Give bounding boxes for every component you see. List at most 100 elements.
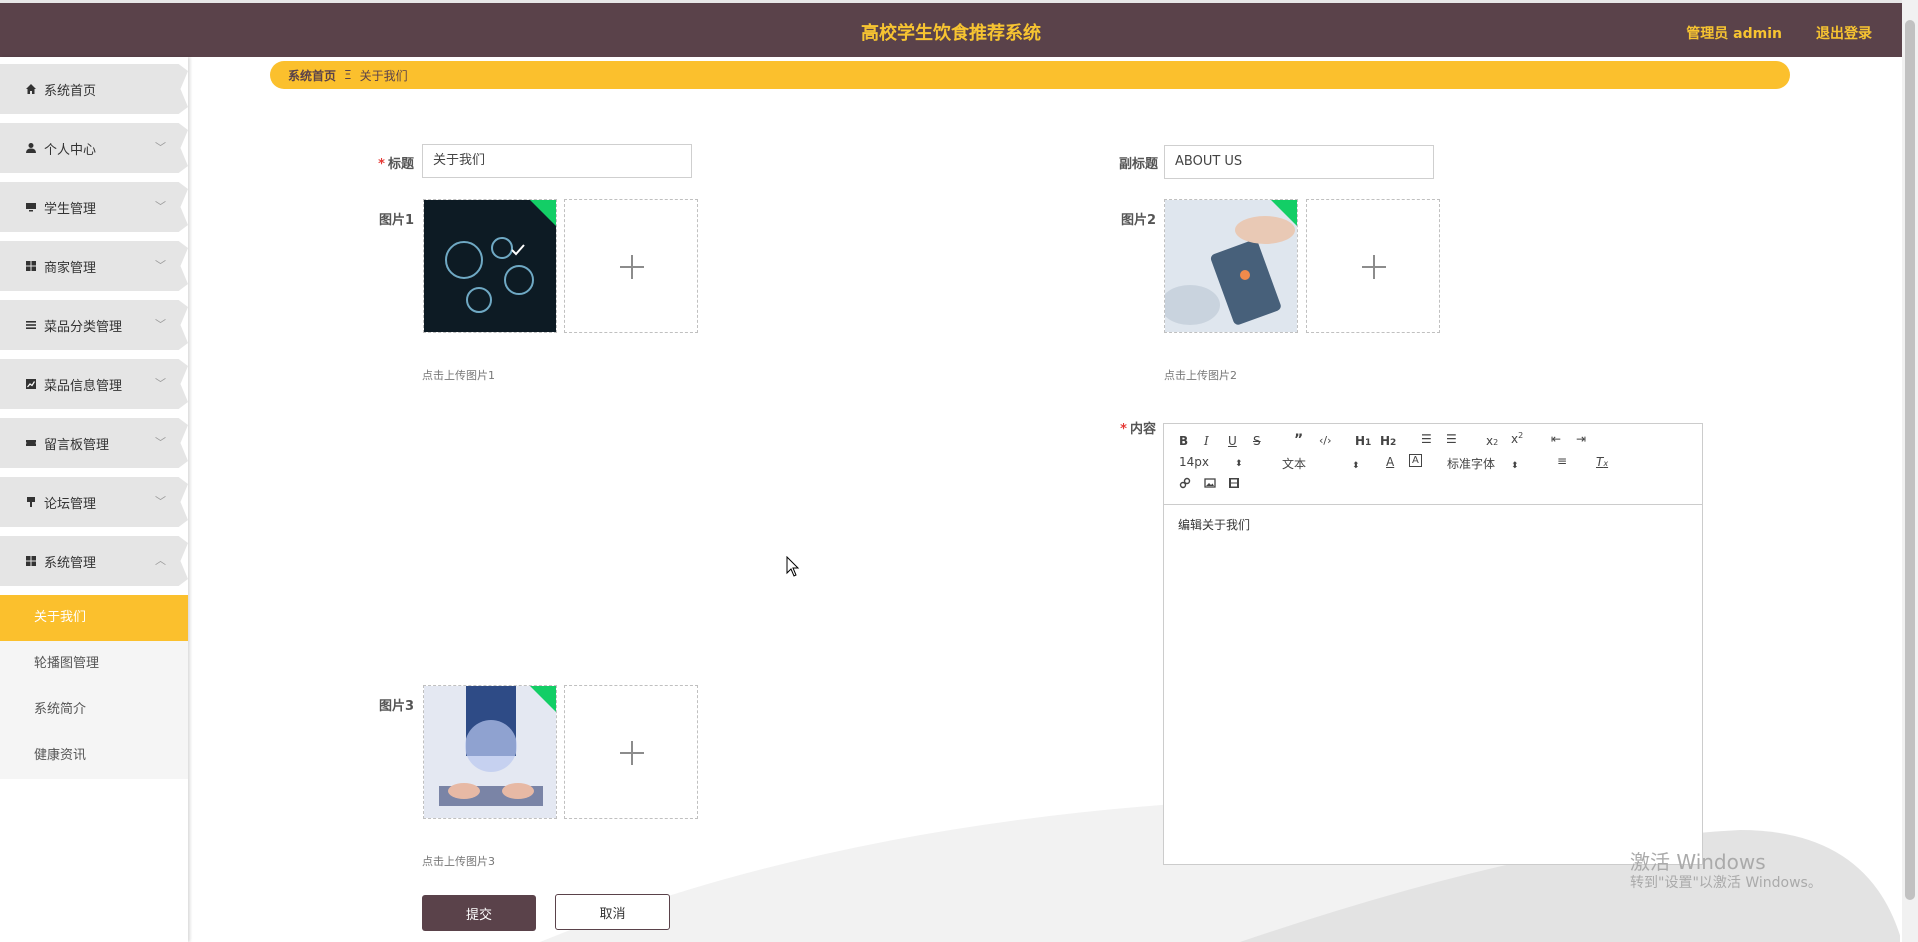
chevron-down-icon: ﹀	[155, 259, 166, 272]
sidebar-item-label: 系统管理	[44, 555, 97, 571]
rich-text-editor: B I U S ” ‹/› H1 H2 ☰ ☰ x2 x2 ⇤ ⇥ 14px ⬍ …	[1163, 423, 1703, 865]
sidebar-item-home[interactable]: 系统首页	[0, 64, 188, 114]
image1-thumbnail[interactable]	[423, 199, 557, 333]
text-color-icon[interactable]: A	[1386, 455, 1394, 469]
image1-hint: 点击上传图片1	[422, 369, 495, 382]
submenu-item-carousel[interactable]: 轮播图管理	[0, 641, 188, 687]
sidebar-item-dish-categories[interactable]: 菜品分类管理 ﹀	[0, 300, 188, 350]
admin-label: 管理员 admin	[1686, 26, 1782, 42]
outdent-icon[interactable]: ⇤	[1551, 432, 1561, 446]
editor-content[interactable]: 编辑关于我们	[1178, 516, 1250, 533]
chevron-down-icon: ﹀	[155, 318, 166, 331]
sidebar-item-label: 系统首页	[44, 83, 97, 99]
submenu-item-health-news[interactable]: 健康资讯	[0, 733, 188, 779]
chevron-down-icon: ﹀	[155, 436, 166, 449]
chevron-down-icon: ﹀	[155, 495, 166, 508]
chevron-down-icon: ﹀	[155, 377, 166, 390]
code-block-icon[interactable]: ‹/›	[1319, 434, 1332, 447]
windows-activation-hint: 转到"设置"以激活 Windows。	[1630, 875, 1822, 891]
upload-success-badge	[530, 200, 556, 226]
underline-icon[interactable]: U	[1228, 434, 1237, 448]
image3-thumbnail[interactable]	[423, 685, 557, 819]
sidebar-item-merchants[interactable]: 商家管理 ﹀	[0, 241, 188, 291]
grid-icon	[24, 259, 38, 273]
image1-upload-button[interactable]	[564, 199, 698, 333]
ticket-icon	[24, 436, 38, 450]
image1-label: 图片1	[378, 213, 414, 228]
sidebar-item-students[interactable]: 学生管理 ﹀	[0, 182, 188, 232]
sidebar-item-label: 商家管理	[44, 260, 97, 276]
sidebar-item-forum[interactable]: 论坛管理 ﹀	[0, 477, 188, 527]
chart-icon	[24, 377, 38, 391]
strike-icon[interactable]: S	[1253, 434, 1261, 448]
sidebar-item-label: 菜品分类管理	[44, 319, 123, 335]
block-type-select[interactable]: 文本 ⬍	[1282, 455, 1360, 472]
bold-icon[interactable]: B	[1179, 434, 1188, 448]
editor-toolbar: B I U S ” ‹/› H1 H2 ☰ ☰ x2 x2 ⇤ ⇥ 14px ⬍ …	[1164, 424, 1702, 505]
sidebar-item-system[interactable]: 系统管理 ︿	[0, 536, 188, 586]
home-icon	[24, 82, 38, 96]
page-scrollbar[interactable]	[1902, 0, 1918, 942]
image2-label: 图片2	[1120, 213, 1156, 228]
indent-icon[interactable]: ⇥	[1576, 432, 1586, 446]
subscript-icon[interactable]: x2	[1486, 434, 1498, 448]
chevron-up-icon: ︿	[155, 554, 166, 567]
sidebar-item-label: 论坛管理	[44, 496, 97, 512]
mouse-cursor-icon	[786, 556, 800, 577]
font-family-select[interactable]: 标准字体 ⬍	[1447, 455, 1519, 472]
top-navbar: 高校学生饮食推荐系统 管理员 admin 退出登录	[0, 0, 1902, 57]
cancel-button[interactable]: 取消	[555, 894, 670, 930]
sidebar-item-dish-info[interactable]: 菜品信息管理 ﹀	[0, 359, 188, 409]
breadcrumb-home[interactable]: 系统首页	[288, 67, 336, 84]
align-icon[interactable]: ≡	[1557, 454, 1567, 468]
user-icon	[24, 141, 38, 155]
sidebar-item-label: 个人中心	[44, 142, 97, 158]
link-icon[interactable]	[1179, 477, 1191, 492]
breadcrumb-separator: Ξ	[344, 68, 352, 82]
submenu-item-system-intro[interactable]: 系统简介	[0, 687, 188, 733]
italic-icon[interactable]: I	[1204, 434, 1209, 448]
subtitle-input[interactable]: ABOUT US	[1164, 145, 1434, 179]
sidebar-item-label: 菜品信息管理	[44, 378, 123, 394]
image2-hint: 点击上传图片2	[1164, 369, 1237, 382]
content-label: * 内容	[1120, 422, 1156, 437]
clear-format-icon[interactable]: Tx	[1596, 455, 1608, 469]
bullet-list-icon[interactable]: ☰	[1446, 432, 1457, 446]
image3-upload-button[interactable]	[564, 685, 698, 819]
submit-button[interactable]: 提交	[422, 895, 536, 931]
image3-label: 图片3	[378, 699, 414, 714]
plus-icon	[1373, 255, 1375, 279]
heading2-icon[interactable]: H2	[1380, 434, 1396, 448]
upload-success-badge	[1271, 200, 1297, 226]
sidebar-item-profile[interactable]: 个人中心 ﹀	[0, 123, 188, 173]
background-color-icon[interactable]: A	[1409, 454, 1422, 467]
superscript-icon[interactable]: x2	[1511, 431, 1523, 446]
title-input[interactable]: 关于我们	[422, 144, 692, 178]
sidebar: 系统首页 个人中心 ﹀ 学生管理 ﹀ 商家管理 ﹀ 菜品分类管理 ﹀ 菜品信息管…	[0, 57, 188, 942]
scrollbar-thumb[interactable]	[1905, 20, 1915, 900]
grid-icon	[24, 554, 38, 568]
plus-icon	[631, 255, 633, 279]
video-icon[interactable]	[1228, 477, 1240, 492]
logout-button[interactable]: 退出登录	[1816, 23, 1872, 43]
breadcrumb: 系统首页 Ξ 关于我们	[270, 61, 1790, 89]
blockquote-icon[interactable]: ”	[1294, 432, 1303, 448]
list-icon	[24, 318, 38, 332]
font-size-select[interactable]: 14px ⬍	[1179, 455, 1243, 469]
plus-icon	[631, 741, 633, 765]
sidebar-item-label: 留言板管理	[44, 437, 110, 453]
image3-hint: 点击上传图片3	[422, 855, 495, 868]
system-title: 高校学生饮食推荐系统	[861, 23, 1041, 44]
image2-upload-button[interactable]	[1306, 199, 1440, 333]
submenu-item-about-us[interactable]: 关于我们	[0, 595, 188, 641]
chevron-down-icon: ﹀	[155, 200, 166, 213]
image2-thumbnail[interactable]	[1164, 199, 1298, 333]
ordered-list-icon[interactable]: ☰	[1421, 432, 1432, 446]
sidebar-item-message-board[interactable]: 留言板管理 ﹀	[0, 418, 188, 468]
subtitle-label: 副标题	[1118, 157, 1158, 172]
system-submenu: 关于我们 轮播图管理 系统简介 健康资讯	[0, 595, 188, 779]
monitor-icon	[24, 200, 38, 214]
heading1-icon[interactable]: H1	[1355, 434, 1371, 448]
brush-icon	[24, 495, 38, 509]
image-icon[interactable]	[1204, 477, 1216, 492]
